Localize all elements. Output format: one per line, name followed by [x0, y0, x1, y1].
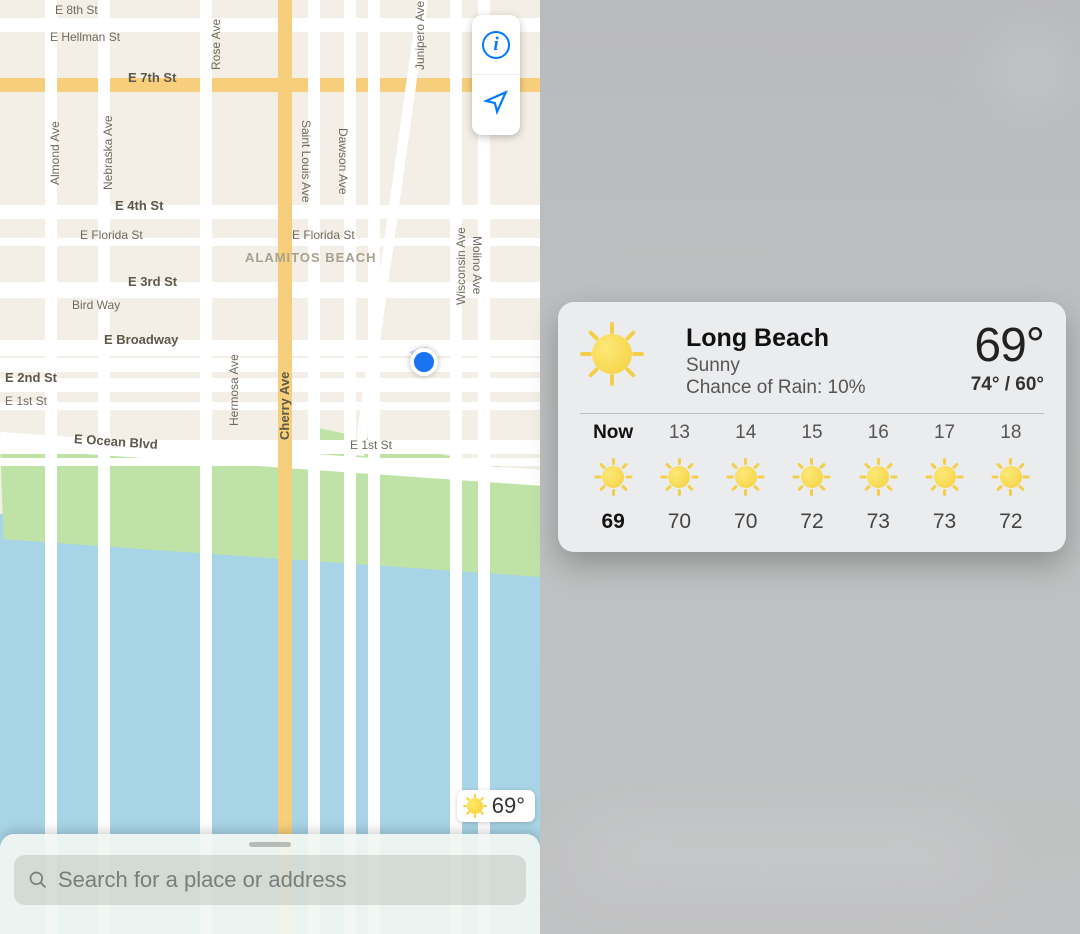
weather-badge[interactable]: 69°	[457, 790, 535, 822]
hour-temp: 73	[933, 510, 956, 534]
locate-button[interactable]	[472, 75, 520, 135]
sun-icon	[727, 458, 765, 496]
map-pane[interactable]: E 8th St E Hellman St E 7th St E 4th St …	[0, 0, 540, 934]
search-icon	[28, 870, 48, 890]
hour-temp: 72	[800, 510, 823, 534]
street-label: Junipero Ave	[413, 1, 427, 70]
hour-column: 14 70	[713, 422, 779, 534]
hour-label: 16	[868, 422, 889, 444]
street-label: E Hellman St	[50, 30, 120, 44]
hour-label: 18	[1000, 422, 1021, 444]
rain-chance: Chance of Rain: 10%	[686, 377, 955, 399]
divider	[580, 413, 1044, 414]
user-location-dot	[410, 348, 438, 376]
location-arrow-icon	[483, 89, 509, 122]
street-label: E Florida St	[80, 228, 143, 242]
hour-label: 15	[801, 422, 822, 444]
sun-icon	[793, 458, 831, 496]
hour-label: Now	[593, 422, 633, 444]
street-label: E 1st St	[350, 438, 392, 452]
city-name: Long Beach	[686, 324, 955, 353]
street-label: Molino Ave	[470, 236, 484, 294]
info-button[interactable]: i	[472, 15, 520, 75]
hour-label: 14	[735, 422, 756, 444]
street-label: Bird Way	[72, 298, 120, 312]
hour-label: 17	[934, 422, 955, 444]
hour-temp: 70	[668, 510, 691, 534]
street-label: Nebraska Ave	[101, 116, 115, 191]
street-label: Wisconsin Ave	[454, 227, 468, 305]
district-label: ALAMITOS BEACH	[245, 250, 376, 265]
street-label: E 8th St	[55, 3, 98, 17]
sun-icon	[859, 458, 897, 496]
street-label: Hermosa Ave	[227, 354, 241, 426]
hour-label: 13	[669, 422, 690, 444]
search-bar[interactable]	[14, 855, 526, 905]
hourly-forecast: Now69137014701572167317731872	[580, 422, 1044, 534]
sun-icon	[580, 322, 670, 386]
street-label: Cherry Ave	[277, 372, 292, 440]
street-label: E 7th St	[128, 70, 176, 85]
current-temperature: 69°	[971, 322, 1044, 370]
info-icon: i	[482, 31, 510, 59]
street-label: Saint Louis Ave	[299, 120, 313, 203]
street-label: E 4th St	[115, 198, 163, 213]
hour-temp: 72	[999, 510, 1022, 534]
hour-column: 13 70	[646, 422, 712, 534]
map-controls: i	[472, 15, 520, 135]
hour-column: 1773	[911, 422, 977, 534]
street-label: Dawson Ave	[336, 128, 350, 195]
weather-popover-pane: Long Beach Sunny Chance of Rain: 10% 69°…	[540, 0, 1080, 934]
hour-column: 1872	[978, 422, 1044, 534]
hour-temp: 70	[734, 510, 757, 534]
search-input[interactable]	[58, 867, 512, 893]
hour-column: Now 69	[580, 422, 646, 534]
street-label: E 1st St	[5, 394, 47, 408]
street-label: E 3rd St	[128, 274, 177, 289]
condition-text: Sunny	[686, 355, 955, 377]
hour-temp: 73	[867, 510, 890, 534]
high-low: 74° / 60°	[971, 374, 1044, 396]
sun-icon	[660, 458, 698, 496]
street-label: E 2nd St	[5, 370, 57, 385]
badge-temperature: 69°	[492, 793, 525, 819]
hour-column: 1572	[779, 422, 845, 534]
sun-icon	[992, 458, 1030, 496]
hour-column: 1673	[845, 422, 911, 534]
street-label: Rose Ave	[209, 19, 223, 70]
search-sheet[interactable]	[0, 834, 540, 934]
sun-icon	[926, 458, 964, 496]
street-label: E Florida St	[292, 228, 355, 242]
sun-icon	[463, 794, 487, 818]
sheet-grabber[interactable]	[249, 842, 291, 847]
street-label: Almond Ave	[48, 121, 62, 185]
weather-card[interactable]: Long Beach Sunny Chance of Rain: 10% 69°…	[558, 302, 1066, 552]
sun-icon	[594, 458, 632, 496]
hour-temp: 69	[601, 510, 624, 534]
street-label: E Broadway	[104, 332, 178, 347]
